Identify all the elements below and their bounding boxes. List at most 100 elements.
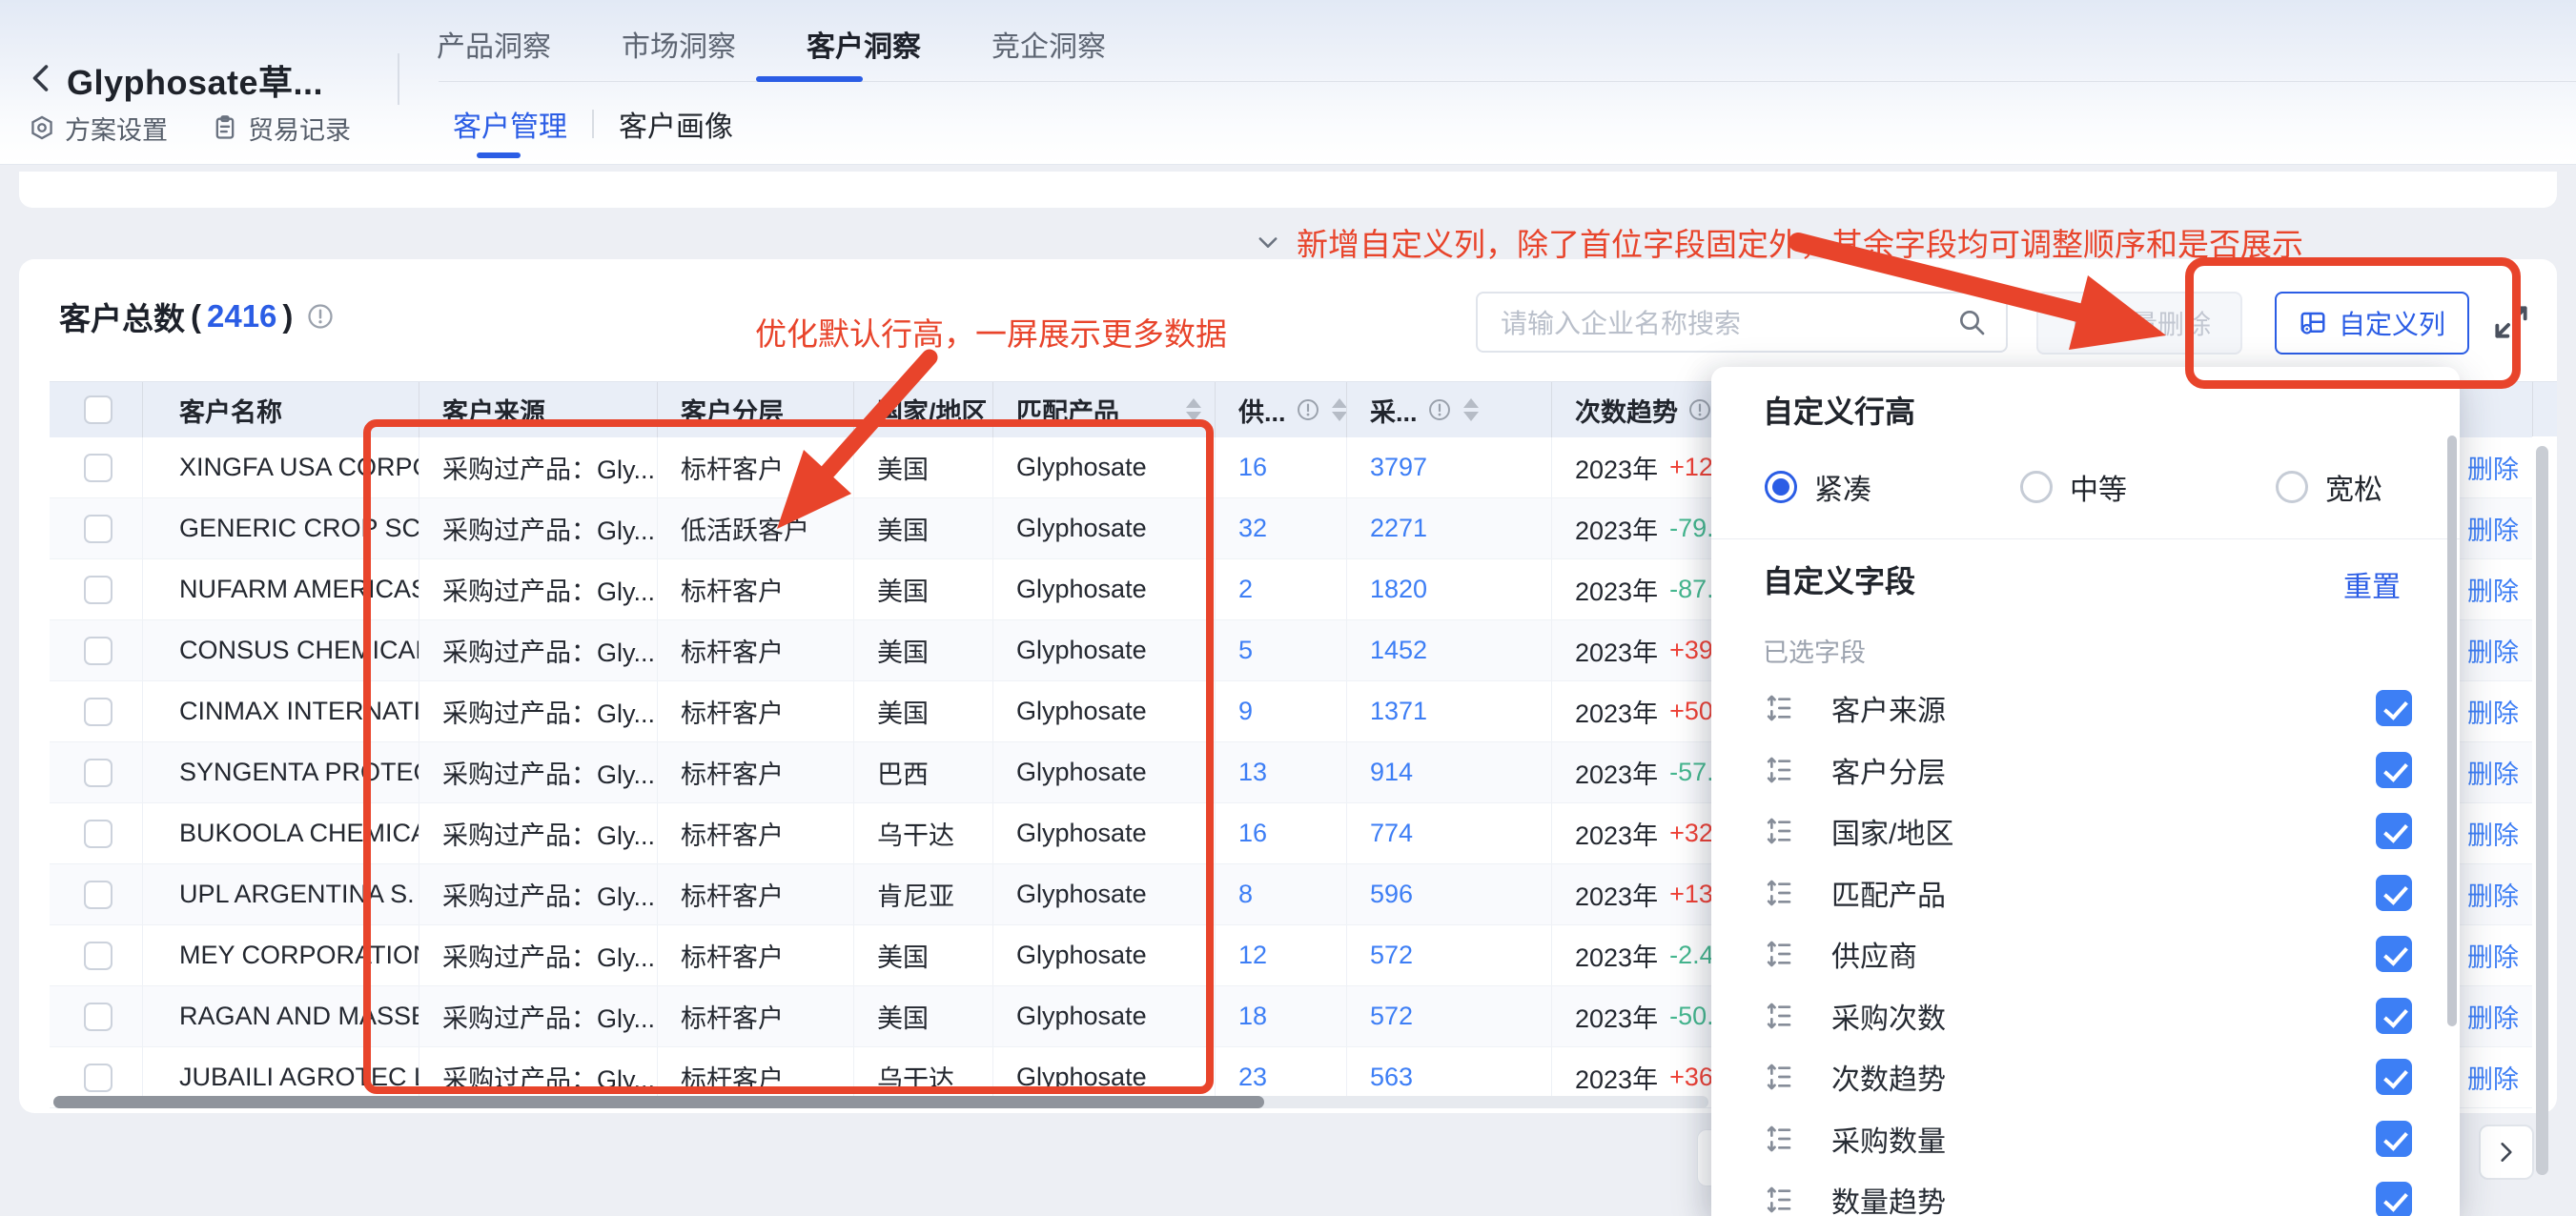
- field-checkbox[interactable]: [2376, 875, 2412, 911]
- row-height-option-compact[interactable]: 紧凑: [1765, 466, 2020, 508]
- supplier-count[interactable]: 5: [1238, 636, 1253, 665]
- purchase-count[interactable]: 914: [1370, 758, 1413, 787]
- field-checkbox[interactable]: [2376, 1059, 2412, 1095]
- supplier-count[interactable]: 8: [1238, 880, 1253, 909]
- company-search-input[interactable]: 请输入企业名称搜索: [1476, 292, 2008, 353]
- row-checkbox[interactable]: [84, 942, 112, 970]
- select-all-checkbox[interactable]: [84, 395, 112, 424]
- customer-name[interactable]: MEY CORPORATION: [179, 941, 419, 970]
- chevron-down-icon[interactable]: [1255, 229, 1281, 255]
- purchase-count[interactable]: 596: [1370, 880, 1413, 909]
- row-checkbox[interactable]: [84, 881, 112, 909]
- sort-control[interactable]: [1463, 398, 1479, 421]
- delete-link[interactable]: 删除: [2467, 998, 2519, 1035]
- customer-name[interactable]: GENERIC CROP SCI: [179, 514, 419, 543]
- drag-order-icon[interactable]: [1763, 939, 1793, 969]
- purchase-count[interactable]: 3797: [1370, 453, 1427, 482]
- delete-link[interactable]: 删除: [2467, 754, 2519, 791]
- tab-product-insight[interactable]: 产品洞察: [437, 23, 551, 65]
- delete-link[interactable]: 删除: [2467, 815, 2519, 852]
- field-checkbox[interactable]: [2376, 1121, 2412, 1157]
- customer-name[interactable]: XINGFA USA CORPO: [179, 453, 419, 482]
- field-checkbox[interactable]: [2376, 936, 2412, 972]
- drag-order-icon[interactable]: [1763, 1185, 1793, 1215]
- row-checkbox[interactable]: [84, 1064, 112, 1092]
- supplier-count[interactable]: 23: [1238, 1063, 1267, 1092]
- supplier-count[interactable]: 16: [1238, 819, 1267, 848]
- customer-name[interactable]: RAGAN AND MASSE: [179, 1002, 419, 1031]
- field-checkbox[interactable]: [2376, 1182, 2412, 1216]
- back-icon[interactable]: [25, 59, 59, 97]
- info-icon[interactable]: [1687, 397, 1712, 422]
- supplier-count[interactable]: 2: [1238, 575, 1253, 604]
- supplier-count[interactable]: 18: [1238, 1002, 1267, 1031]
- info-icon[interactable]: [1296, 397, 1320, 422]
- delete-link[interactable]: 删除: [2467, 632, 2519, 669]
- vertical-scrollbar-thumb[interactable]: [2536, 446, 2548, 1175]
- delete-link[interactable]: 删除: [2467, 937, 2519, 974]
- fullscreen-icon[interactable]: [2490, 301, 2532, 343]
- tab-competitor-insight[interactable]: 竞企洞察: [992, 23, 1106, 65]
- row-checkbox[interactable]: [84, 698, 112, 726]
- purchase-count[interactable]: 2271: [1370, 514, 1427, 543]
- horizontal-scrollbar-thumb[interactable]: [53, 1096, 1264, 1108]
- purchase-count[interactable]: 572: [1370, 1002, 1413, 1031]
- batch-delete-button[interactable]: 批量删除: [2036, 292, 2242, 355]
- drag-order-icon[interactable]: [1763, 816, 1793, 846]
- customer-name[interactable]: BUKOOLA CHEMICA: [179, 819, 419, 848]
- customer-name[interactable]: JUBAILI AGROTEC LI: [179, 1063, 419, 1092]
- purchase-count[interactable]: 1820: [1370, 575, 1427, 604]
- sort-control[interactable]: [1332, 398, 1347, 421]
- search-icon[interactable]: [1956, 307, 1987, 337]
- drag-order-icon[interactable]: [1763, 1062, 1793, 1092]
- customer-name[interactable]: CONSUS CHEMICAL: [179, 636, 419, 665]
- supplier-count[interactable]: 13: [1238, 758, 1267, 787]
- tab-market-insight[interactable]: 市场洞察: [622, 23, 736, 65]
- customer-name[interactable]: CINMAX INTERNATIO: [179, 697, 419, 726]
- delete-link[interactable]: 删除: [2467, 1059, 2519, 1096]
- delete-link[interactable]: 删除: [2467, 449, 2519, 486]
- delete-link[interactable]: 删除: [2467, 693, 2519, 730]
- supplier-count[interactable]: 32: [1238, 514, 1267, 543]
- drag-order-icon[interactable]: [1763, 755, 1793, 785]
- sort-control[interactable]: [1186, 398, 1201, 421]
- field-checkbox[interactable]: [2376, 690, 2412, 726]
- subtab-customer-management[interactable]: 客户管理: [453, 103, 567, 145]
- row-checkbox[interactable]: [84, 637, 112, 665]
- supplier-count[interactable]: 16: [1238, 453, 1267, 482]
- row-height-option-medium[interactable]: 中等: [2020, 466, 2276, 508]
- purchase-count[interactable]: 1452: [1370, 636, 1427, 665]
- field-checkbox[interactable]: [2376, 998, 2412, 1034]
- row-checkbox[interactable]: [84, 515, 112, 543]
- trade-records-link[interactable]: 贸易记录: [212, 110, 351, 147]
- panel-scrollbar-thumb[interactable]: [2447, 436, 2457, 1026]
- field-checkbox[interactable]: [2376, 752, 2412, 788]
- info-icon[interactable]: [1427, 397, 1452, 422]
- custom-columns-button[interactable]: 自定义列: [2275, 292, 2469, 355]
- info-icon[interactable]: [306, 302, 335, 331]
- purchase-count[interactable]: 774: [1370, 819, 1413, 848]
- row-checkbox[interactable]: [84, 1003, 112, 1031]
- drag-order-icon[interactable]: [1763, 693, 1793, 723]
- tab-customer-insight[interactable]: 客户洞察: [807, 23, 921, 65]
- drag-order-icon[interactable]: [1763, 1124, 1793, 1154]
- purchase-count[interactable]: 572: [1370, 941, 1413, 970]
- row-checkbox[interactable]: [84, 454, 112, 482]
- field-checkbox[interactable]: [2376, 813, 2412, 849]
- supplier-count[interactable]: 12: [1238, 941, 1267, 970]
- row-checkbox[interactable]: [84, 759, 112, 787]
- delete-link[interactable]: 删除: [2467, 876, 2519, 913]
- row-height-option-loose[interactable]: 宽松: [2276, 466, 2382, 508]
- delete-link[interactable]: 删除: [2467, 510, 2519, 547]
- row-checkbox[interactable]: [84, 820, 112, 848]
- customer-name[interactable]: NUFARM AMERICAS,: [179, 575, 419, 604]
- row-checkbox[interactable]: [84, 576, 112, 604]
- supplier-count[interactable]: 9: [1238, 697, 1253, 726]
- customer-name[interactable]: UPL ARGENTINA S.: [179, 880, 415, 909]
- purchase-count[interactable]: 563: [1370, 1063, 1413, 1092]
- reset-link[interactable]: 重置: [2343, 563, 2401, 605]
- customer-name[interactable]: SYNGENTA PROTEC: [179, 758, 419, 787]
- drag-order-icon[interactable]: [1763, 878, 1793, 908]
- subtab-customer-profile[interactable]: 客户画像: [619, 103, 733, 145]
- purchase-count[interactable]: 1371: [1370, 697, 1427, 726]
